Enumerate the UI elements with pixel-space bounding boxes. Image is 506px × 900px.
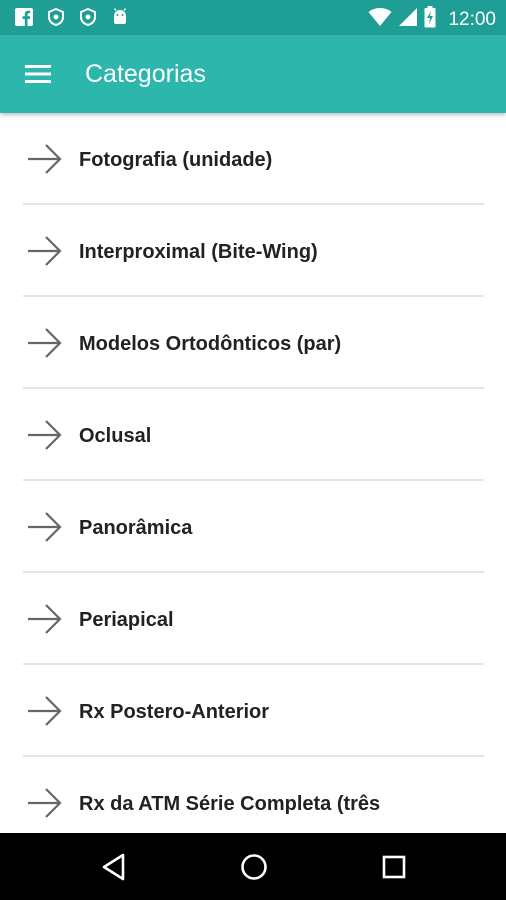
list-item-label: Panorâmica [79, 517, 193, 539]
clock: 12:00 [448, 8, 496, 30]
list-item[interactable]: Oclusal [0, 389, 506, 481]
menu-button[interactable] [18, 54, 58, 94]
status-bar: 12:00 [0, 0, 506, 35]
list-item[interactable]: Periapical [0, 573, 506, 665]
wifi-icon [368, 7, 392, 32]
category-list[interactable]: Fotografia (unidade) Interproximal (Bite… [0, 113, 506, 833]
battery-charging-icon [424, 6, 436, 33]
list-item-label: Rx Postero-Anterior [79, 701, 270, 723]
system-icons: 12:00 [368, 6, 496, 33]
list-item-label: Fotografia (unidade) [79, 149, 273, 171]
list-item-label: Rx da ATM Série Completa (três [79, 793, 381, 815]
list-item[interactable]: Rx da ATM Série Completa (três [0, 757, 506, 833]
list-item[interactable]: Fotografia (unidade) [0, 113, 506, 205]
arrow-right-icon [28, 144, 62, 174]
list-item[interactable]: Modelos Ortodônticos (par) [0, 297, 506, 389]
notification-icons [14, 7, 130, 27]
arrow-right-icon [28, 236, 62, 266]
home-icon [241, 854, 267, 880]
back-button[interactable] [97, 850, 131, 884]
menu-icon [25, 65, 51, 83]
signal-icon [398, 7, 418, 32]
navigation-bar [0, 833, 506, 900]
android-icon [110, 7, 130, 27]
list-item[interactable]: Panorâmica [0, 481, 506, 573]
list-item-label: Modelos Ortodônticos (par) [79, 333, 342, 355]
list-item-label: Oclusal [79, 425, 152, 447]
list-item-label: Interproximal (Bite-Wing) [79, 241, 318, 263]
home-button[interactable] [237, 850, 271, 884]
recents-icon [382, 855, 406, 879]
list-item[interactable]: Interproximal (Bite-Wing) [0, 205, 506, 297]
recents-button[interactable] [377, 850, 411, 884]
arrow-right-icon [28, 328, 62, 358]
page-title: Categorias [85, 60, 206, 88]
shield-icon [78, 7, 98, 27]
arrow-right-icon [28, 512, 62, 542]
app-bar: Categorias [0, 35, 506, 113]
arrow-right-icon [28, 788, 62, 818]
shield-icon [46, 7, 66, 27]
back-icon [102, 853, 125, 881]
list-item[interactable]: Rx Postero-Anterior [0, 665, 506, 757]
arrow-right-icon [28, 696, 62, 726]
facebook-icon [14, 7, 34, 27]
arrow-right-icon [28, 604, 62, 634]
arrow-right-icon [28, 420, 62, 450]
list-item-label: Periapical [79, 609, 174, 631]
